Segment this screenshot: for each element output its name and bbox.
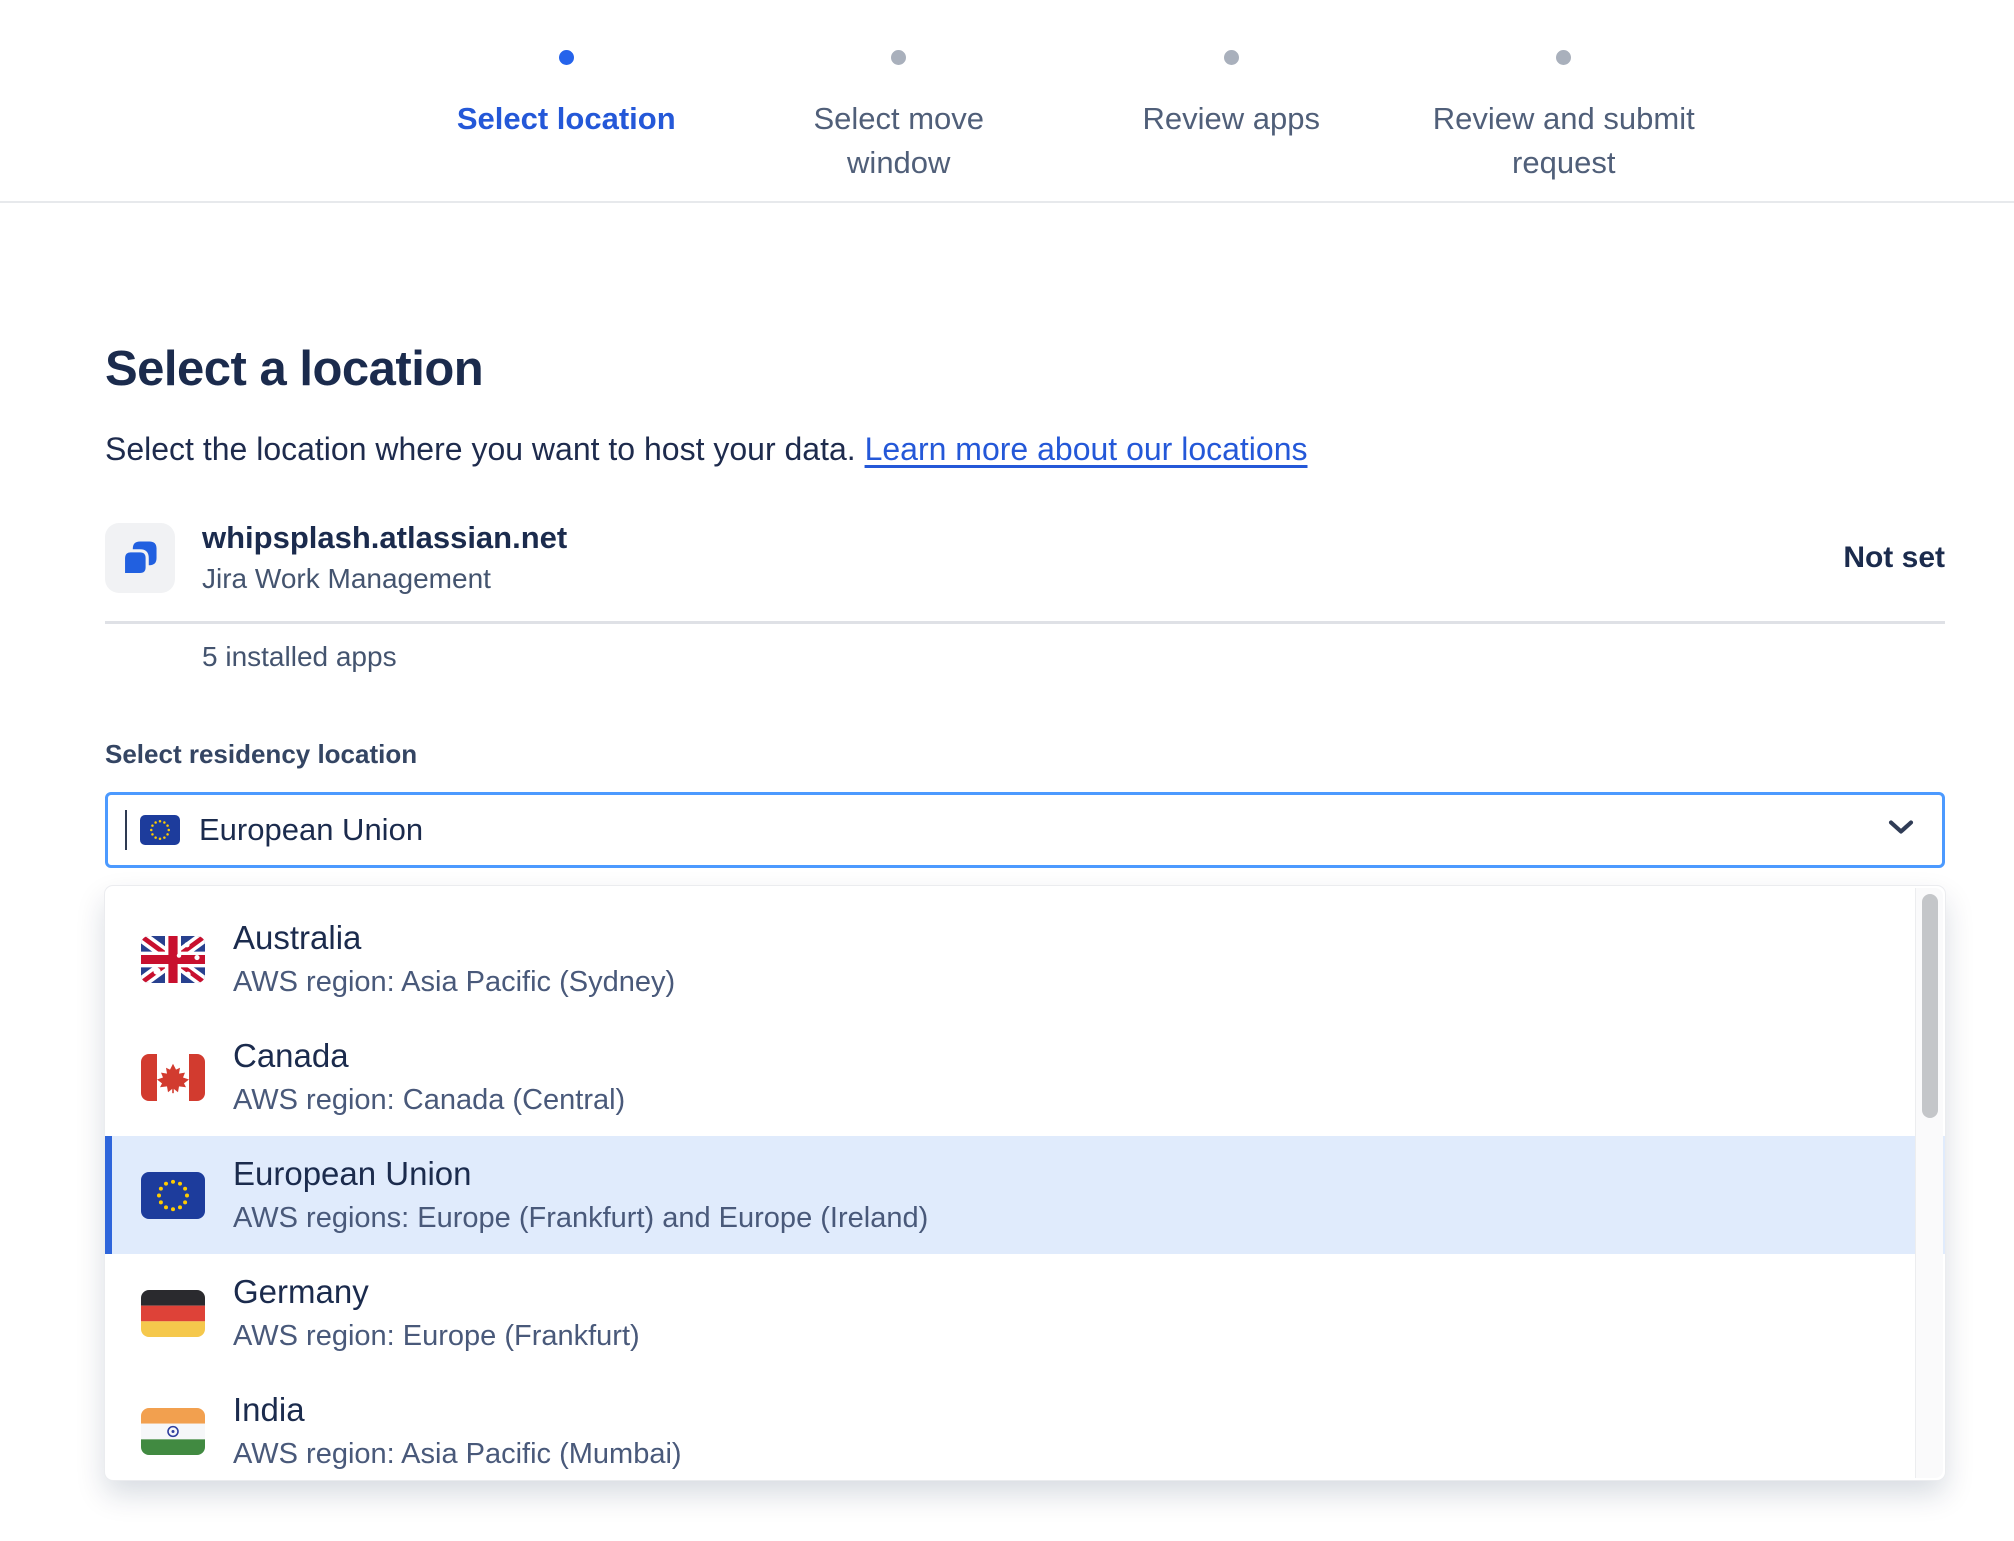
site-product: Jira Work Management — [202, 563, 567, 595]
australia-flag-icon — [141, 936, 205, 983]
germany-flag-icon — [141, 1290, 205, 1337]
step-dot — [891, 50, 906, 65]
progress-header: Select location Select move window Review … — [0, 0, 2014, 203]
option-title: India — [233, 1391, 682, 1429]
site-status-badge: Not set — [1843, 541, 1945, 575]
learn-more-link[interactable]: Learn more about our locations — [865, 431, 1308, 467]
option-region-description: AWS region: Canada (Central) — [233, 1084, 625, 1117]
page-title: Select a location — [105, 341, 1945, 397]
option-title: European Union — [233, 1155, 928, 1193]
data-residency-page: Select location Select move window Review … — [0, 0, 2014, 1541]
step-select-location: Select location — [400, 50, 733, 185]
option-text: European Union AWS regions: Europe (Frank… — [233, 1155, 928, 1235]
location-option-germany[interactable]: Germany AWS region: Europe (Frankfurt) — [105, 1254, 1945, 1372]
option-title: Canada — [233, 1037, 625, 1075]
page-description: Select the location where you want to ho… — [105, 431, 1945, 468]
eu-flag-icon — [140, 815, 180, 845]
jira-icon — [105, 523, 175, 593]
step-label: Review apps — [1091, 97, 1371, 141]
location-option-list: Australia AWS region: Asia Pacific (Sydne… — [105, 900, 1945, 1480]
india-flag-icon — [141, 1408, 205, 1455]
site-row: whipsplash.atlassian.net Jira Work Manag… — [105, 520, 1945, 595]
description-text: Select the location where you want to ho… — [105, 431, 856, 467]
step-review-apps: Review apps — [1065, 50, 1398, 185]
step-dot — [1556, 50, 1571, 65]
option-region-description: AWS region: Asia Pacific (Sydney) — [233, 966, 675, 999]
step-label: Review and submit request — [1424, 97, 1704, 185]
dropdown-scrollbar-track[interactable] — [1915, 888, 1943, 1478]
stepper: Select location Select move window Review … — [400, 0, 1730, 185]
dropdown-scrollbar-thumb[interactable] — [1922, 894, 1938, 1118]
location-option-india[interactable]: India AWS region: Asia Pacific (Mumbai) — [105, 1372, 1945, 1480]
step-select-move-window: Select move window — [733, 50, 1066, 185]
location-option-european-union[interactable]: European Union AWS regions: Europe (Frank… — [105, 1136, 1945, 1254]
option-region-description: AWS region: Asia Pacific (Mumbai) — [233, 1438, 682, 1471]
main-content: Select a location Select the location wh… — [0, 203, 2014, 1480]
site-meta: whipsplash.atlassian.net Jira Work Manag… — [202, 520, 567, 595]
location-option-canada[interactable]: Canada AWS region: Canada (Central) — [105, 1018, 1945, 1136]
step-review-and-submit-request: Review and submit request — [1398, 50, 1731, 185]
option-text: Canada AWS region: Canada (Central) — [233, 1037, 625, 1117]
option-text: Germany AWS region: Europe (Frankfurt) — [233, 1273, 640, 1353]
location-option-australia[interactable]: Australia AWS region: Asia Pacific (Sydne… — [105, 900, 1945, 1018]
text-caret — [125, 810, 127, 850]
option-text: Australia AWS region: Asia Pacific (Sydne… — [233, 919, 675, 999]
site-name: whipsplash.atlassian.net — [202, 520, 567, 556]
site-divider — [105, 621, 1945, 624]
step-dot — [1224, 50, 1239, 65]
location-dropdown: Australia AWS region: Asia Pacific (Sydne… — [105, 886, 1945, 1480]
step-label: Select location — [426, 97, 706, 141]
option-region-description: AWS region: Europe (Frankfurt) — [233, 1320, 640, 1353]
residency-select[interactable]: European Union — [105, 792, 1945, 868]
option-title: Australia — [233, 919, 675, 957]
canada-flag-icon — [141, 1054, 205, 1101]
installed-apps-count: 5 installed apps — [202, 641, 1945, 673]
option-text: India AWS region: Asia Pacific (Mumbai) — [233, 1391, 682, 1471]
option-region-description: AWS regions: Europe (Frankfurt) and Euro… — [233, 1202, 928, 1235]
eu-flag-icon — [141, 1172, 205, 1219]
residency-select-label: Select residency location — [105, 739, 1945, 770]
chevron-down-icon[interactable] — [1886, 818, 1916, 843]
option-title: Germany — [233, 1273, 640, 1311]
selected-location-value: European Union — [199, 812, 423, 848]
step-dot — [559, 50, 574, 65]
step-label: Select move window — [759, 97, 1039, 185]
